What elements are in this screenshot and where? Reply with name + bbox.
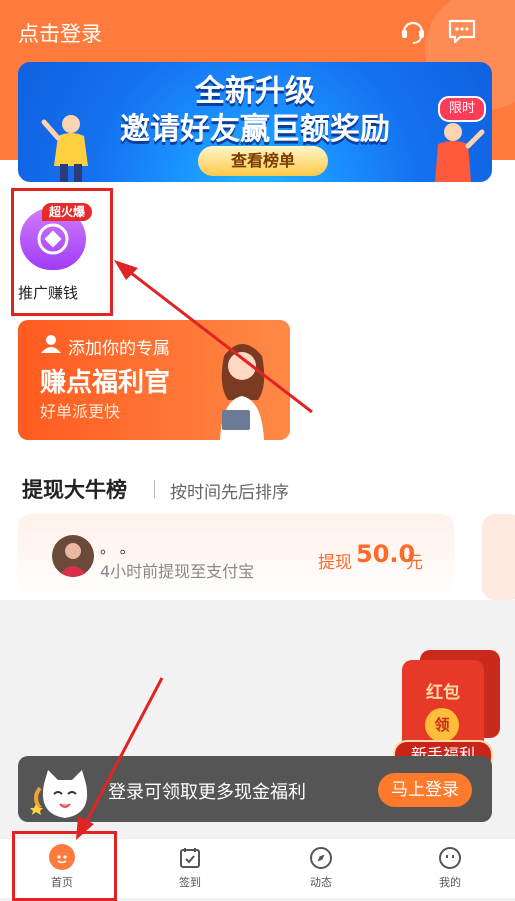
cat-mascot-icon: [30, 770, 88, 818]
person-illustration-left: [41, 115, 88, 182]
red-envelope-title: 红包: [426, 683, 460, 703]
tab-mine[interactable]: 我的: [410, 846, 490, 890]
tab-feed-label: 动态: [310, 876, 332, 889]
withdraw-unit: 元: [406, 553, 423, 573]
tab-mine-label: 我的: [439, 876, 461, 889]
avatar: [52, 535, 94, 577]
highlight-box-home: [12, 831, 117, 901]
withdraw-user-name: 。 。: [100, 539, 135, 557]
login-now-button[interactable]: 马上登录: [378, 773, 472, 807]
login-prompt-text: 登录可领取更多现金福利: [108, 782, 306, 803]
withdraw-amount-label: 提现: [318, 553, 352, 573]
message-icon[interactable]: [447, 16, 477, 46]
withdraw-desc: 4小时前提现至支付宝: [100, 562, 255, 581]
withdraw-record-card-next: [482, 514, 515, 600]
highlight-box-promo: [11, 188, 113, 316]
login-link[interactable]: 点击登录: [18, 18, 102, 48]
user-icon: [41, 335, 61, 353]
tab-feed[interactable]: 动态: [281, 846, 361, 890]
ranking-subtitle: 按时间先后排序: [170, 483, 289, 503]
tab-checkin[interactable]: 签到: [150, 846, 230, 890]
officer-sub-text: 好单派更快: [40, 402, 121, 421]
compass-icon: [310, 847, 332, 869]
claim-coin[interactable]: 领: [425, 708, 459, 742]
ranking-title: 提现大牛榜: [22, 478, 127, 502]
profile-icon: [439, 847, 461, 869]
divider: [154, 480, 155, 498]
person-illustration-right: [435, 123, 485, 182]
view-leaderboard-button[interactable]: 查看榜单: [198, 146, 328, 176]
checkin-icon: [180, 848, 200, 868]
invite-banner[interactable]: 全新升级 邀请好友赢巨额奖励 查看榜单 限时: [18, 62, 492, 182]
officer-small-text: 添加你的专属: [68, 339, 170, 359]
tab-checkin-label: 签到: [179, 876, 201, 889]
customer-service-icon[interactable]: [398, 16, 428, 46]
woman-illustration: [220, 344, 265, 440]
officer-big-text: 赚点福利官: [40, 368, 171, 398]
